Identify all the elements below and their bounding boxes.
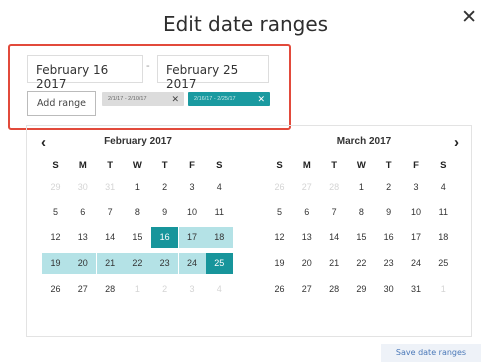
weekday-header: T	[385, 160, 392, 171]
weekday-header: T	[331, 160, 337, 171]
calendar-day[interactable]: 19	[42, 253, 69, 274]
calendar-day[interactable]: 4	[206, 279, 233, 300]
calendar-day[interactable]: 1	[348, 177, 375, 198]
add-range-button[interactable]: Add range	[27, 91, 96, 116]
weekday-header: T	[161, 160, 168, 171]
calendar-day[interactable]: 16	[375, 227, 402, 248]
calendar-day[interactable]: 14	[97, 227, 124, 248]
calendar-day[interactable]: 26	[266, 279, 293, 300]
calendar-day[interactable]: 17	[178, 227, 206, 248]
calendar-day[interactable]: 12	[266, 227, 293, 248]
calendar-day[interactable]: 14	[321, 227, 348, 248]
weekday-header: M	[302, 160, 311, 171]
calendar-day[interactable]: 17	[403, 227, 430, 248]
weekday-header: T	[107, 160, 113, 171]
calendar-day[interactable]: 5	[42, 202, 69, 223]
calendar-day[interactable]: 4	[430, 177, 457, 198]
calendar-day[interactable]: 22	[348, 253, 375, 274]
weekday-header: W	[356, 160, 366, 171]
calendar-day[interactable]: 29	[348, 279, 375, 300]
calendar-day[interactable]: 10	[179, 202, 206, 223]
calendar-day[interactable]: 30	[375, 279, 402, 300]
calendar-day[interactable]: 18	[430, 227, 457, 248]
remove-range-icon[interactable]: ✕	[257, 92, 265, 106]
start-date-input[interactable]: February 16 2017	[27, 55, 143, 91]
calendar-day[interactable]: 18	[205, 227, 233, 248]
close-icon[interactable]: ✕	[461, 8, 477, 28]
calendar-day[interactable]: 21	[321, 253, 348, 274]
range-separator: -	[146, 60, 150, 72]
calendar-day[interactable]: 30	[69, 177, 96, 198]
calendar-day[interactable]: 27	[69, 279, 96, 300]
save-date-ranges-button[interactable]: Save date ranges	[381, 344, 481, 362]
calendar-day[interactable]: 1	[124, 279, 151, 300]
calendar-day[interactable]: 19	[266, 253, 293, 274]
calendar-day[interactable]: 8	[124, 202, 151, 223]
calendar-day[interactable]: 3	[179, 177, 206, 198]
weekday-header: S	[276, 160, 283, 171]
calendar-day[interactable]: 1	[430, 279, 457, 300]
range-chip: 2/1/17 - 2/10/17 ✕	[102, 92, 184, 106]
calendar-day[interactable]: 16	[151, 227, 179, 248]
weekday-header: S	[440, 160, 447, 171]
weekday-header: M	[78, 160, 87, 171]
weekday-header: S	[52, 160, 59, 171]
calendar-day[interactable]: 9	[375, 202, 402, 223]
calendar-day[interactable]: 20	[293, 253, 320, 274]
calendar-day[interactable]: 7	[321, 202, 348, 223]
weekday-header: F	[189, 160, 195, 171]
calendar-day[interactable]: 2	[151, 279, 178, 300]
calendar-day[interactable]: 27	[293, 279, 320, 300]
calendar-day[interactable]: 8	[348, 202, 375, 223]
calendar-day[interactable]: 25	[205, 253, 233, 274]
calendar-day[interactable]: 2	[375, 177, 402, 198]
weekday-header: W	[132, 160, 142, 171]
calendar-day[interactable]: 31	[403, 279, 430, 300]
range-chip-label: 2/1/17 - 2/10/17	[108, 96, 147, 102]
calendar-day[interactable]: 9	[151, 202, 178, 223]
weekday-header: F	[413, 160, 419, 171]
calendar-day[interactable]: 11	[430, 202, 457, 223]
calendar-day[interactable]: 26	[266, 177, 293, 198]
calendar-day[interactable]: 5	[266, 202, 293, 223]
end-date-input[interactable]: February 25 2017	[157, 55, 269, 91]
calendar-day[interactable]: 6	[69, 202, 96, 223]
calendar-day[interactable]: 7	[97, 202, 124, 223]
weekday-header: S	[216, 160, 223, 171]
modal-title: Edit date ranges	[162, 12, 329, 36]
range-chip: 2/16/17 - 2/25/17 ✕	[188, 92, 270, 106]
calendar-day[interactable]: 24	[403, 253, 430, 274]
calendar-day[interactable]: 20	[69, 253, 97, 274]
calendar-day[interactable]: 27	[293, 177, 320, 198]
calendar-day[interactable]: 10	[403, 202, 430, 223]
calendar-day[interactable]: 23	[375, 253, 402, 274]
calendar-day[interactable]: 12	[42, 227, 69, 248]
calendar-day[interactable]: 3	[179, 279, 206, 300]
calendar-day[interactable]: 28	[97, 279, 124, 300]
remove-range-icon[interactable]: ✕	[171, 92, 179, 106]
calendar-day[interactable]: 24	[178, 253, 206, 274]
calendar-day[interactable]: 31	[97, 177, 124, 198]
calendar-day[interactable]: 4	[206, 177, 233, 198]
calendar-day[interactable]: 28	[321, 279, 348, 300]
calendar-day[interactable]: 11	[206, 202, 233, 223]
calendar-day[interactable]: 13	[293, 227, 320, 248]
calendar-day[interactable]: 23	[151, 253, 179, 274]
calendar-day[interactable]: 15	[124, 227, 151, 248]
range-chip-label: 2/16/17 - 2/25/17	[194, 96, 236, 102]
month-title-march: March 2017	[336, 136, 392, 147]
calendar-day[interactable]: 15	[348, 227, 375, 248]
calendar-day[interactable]: 6	[293, 202, 320, 223]
calendar-day[interactable]: 1	[124, 177, 151, 198]
calendar-day[interactable]: 2	[151, 177, 178, 198]
month-title-february: February 2017	[104, 136, 172, 147]
calendar-day[interactable]: 25	[430, 253, 457, 274]
calendar-day[interactable]: 29	[42, 177, 69, 198]
calendar-day[interactable]: 21	[96, 253, 124, 274]
calendar-day[interactable]: 28	[321, 177, 348, 198]
calendar-day[interactable]: 22	[123, 253, 151, 274]
calendar-day[interactable]: 3	[403, 177, 430, 198]
calendar-day[interactable]: 13	[69, 227, 96, 248]
calendar-day[interactable]: 26	[42, 279, 69, 300]
